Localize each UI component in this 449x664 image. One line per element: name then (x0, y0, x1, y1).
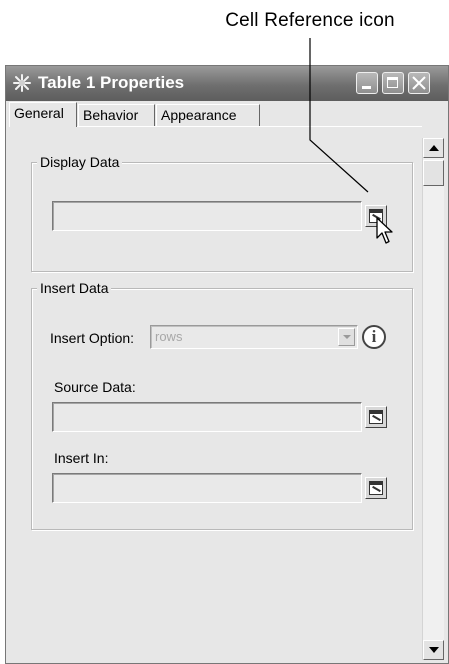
cell-reference-icon (369, 410, 383, 424)
insert-option-label: Insert Option: (50, 330, 135, 346)
mouse-pointer-icon (376, 217, 393, 244)
scroll-up-icon (429, 145, 439, 151)
display-data-label: Display Data (37, 154, 123, 170)
chevron-down-icon[interactable] (338, 328, 355, 346)
insert-data-label: Insert Data (37, 280, 112, 296)
maximize-button[interactable] (382, 72, 404, 94)
info-icon[interactable]: i (362, 325, 386, 349)
insert-data-group: Insert Data Insert Option: rows i Source… (31, 280, 413, 530)
maximize-icon (387, 77, 398, 88)
insert-option-value: rows (155, 329, 183, 344)
minimize-icon (362, 86, 371, 89)
source-data-cell-reference-button[interactable] (365, 406, 387, 428)
scroll-down-icon (429, 647, 439, 653)
insert-in-label: Insert In: (54, 450, 109, 466)
tab-appearance[interactable]: Appearance (156, 104, 260, 126)
scroll-down-button[interactable] (423, 640, 444, 660)
display-data-field[interactable] (52, 201, 362, 231)
vertical-scrollbar[interactable] (422, 138, 444, 660)
source-data-label: Source Data: (54, 379, 136, 395)
insert-in-cell-reference-button[interactable] (365, 477, 387, 499)
insert-in-field[interactable] (52, 473, 362, 503)
tab-general[interactable]: General (9, 102, 77, 127)
tab-behavior[interactable]: Behavior (78, 104, 155, 126)
close-icon (412, 76, 426, 90)
title-bar[interactable]: Table 1 Properties (6, 66, 448, 101)
scroll-thumb[interactable] (423, 160, 444, 186)
display-data-group: Display Data (31, 154, 413, 272)
callout-label: Cell Reference icon (225, 10, 395, 31)
close-button[interactable] (408, 72, 430, 94)
cell-reference-icon (369, 481, 383, 495)
insert-option-select[interactable]: rows (150, 325, 358, 349)
scroll-up-button[interactable] (423, 138, 444, 158)
properties-window: Table 1 Properties General Behavior Appe… (5, 65, 449, 664)
window-title: Table 1 Properties (38, 73, 185, 92)
source-data-field[interactable] (52, 402, 362, 432)
minimize-button[interactable] (356, 72, 378, 94)
app-icon (13, 74, 31, 92)
